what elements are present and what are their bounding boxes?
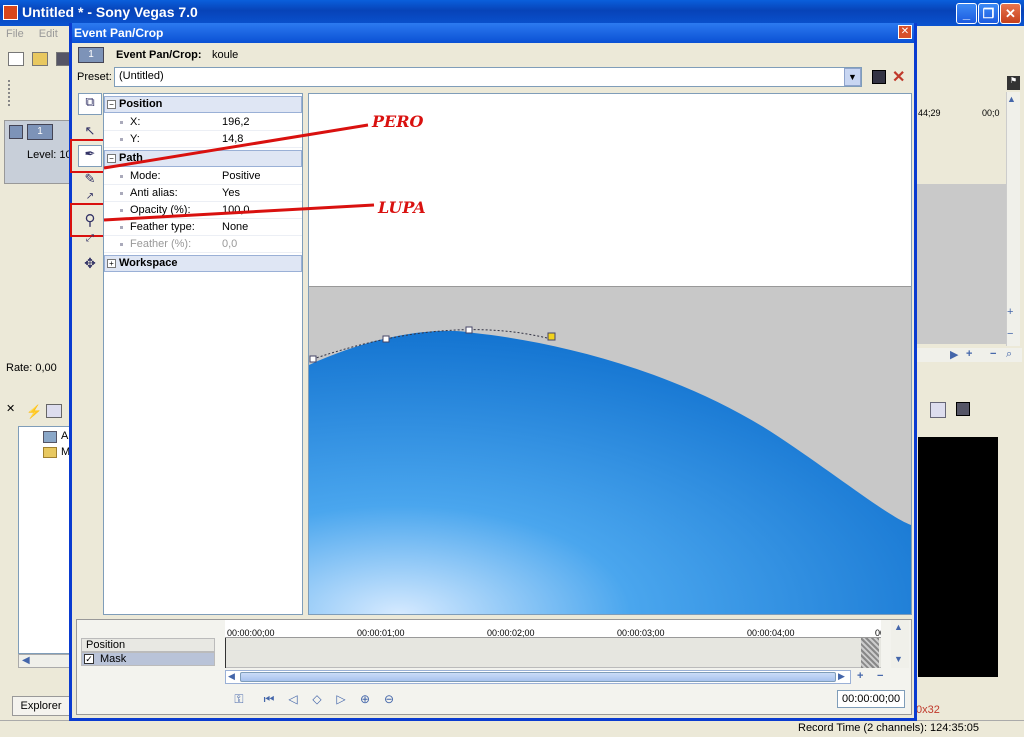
annotation-pen-label: PERO	[372, 112, 424, 131]
annotation-arrow-pen	[103, 123, 369, 170]
annotation-overlay	[103, 123, 375, 222]
annotation-zoom-label: LUPA	[378, 198, 426, 217]
annotation-arrow-zoom	[103, 203, 375, 222]
